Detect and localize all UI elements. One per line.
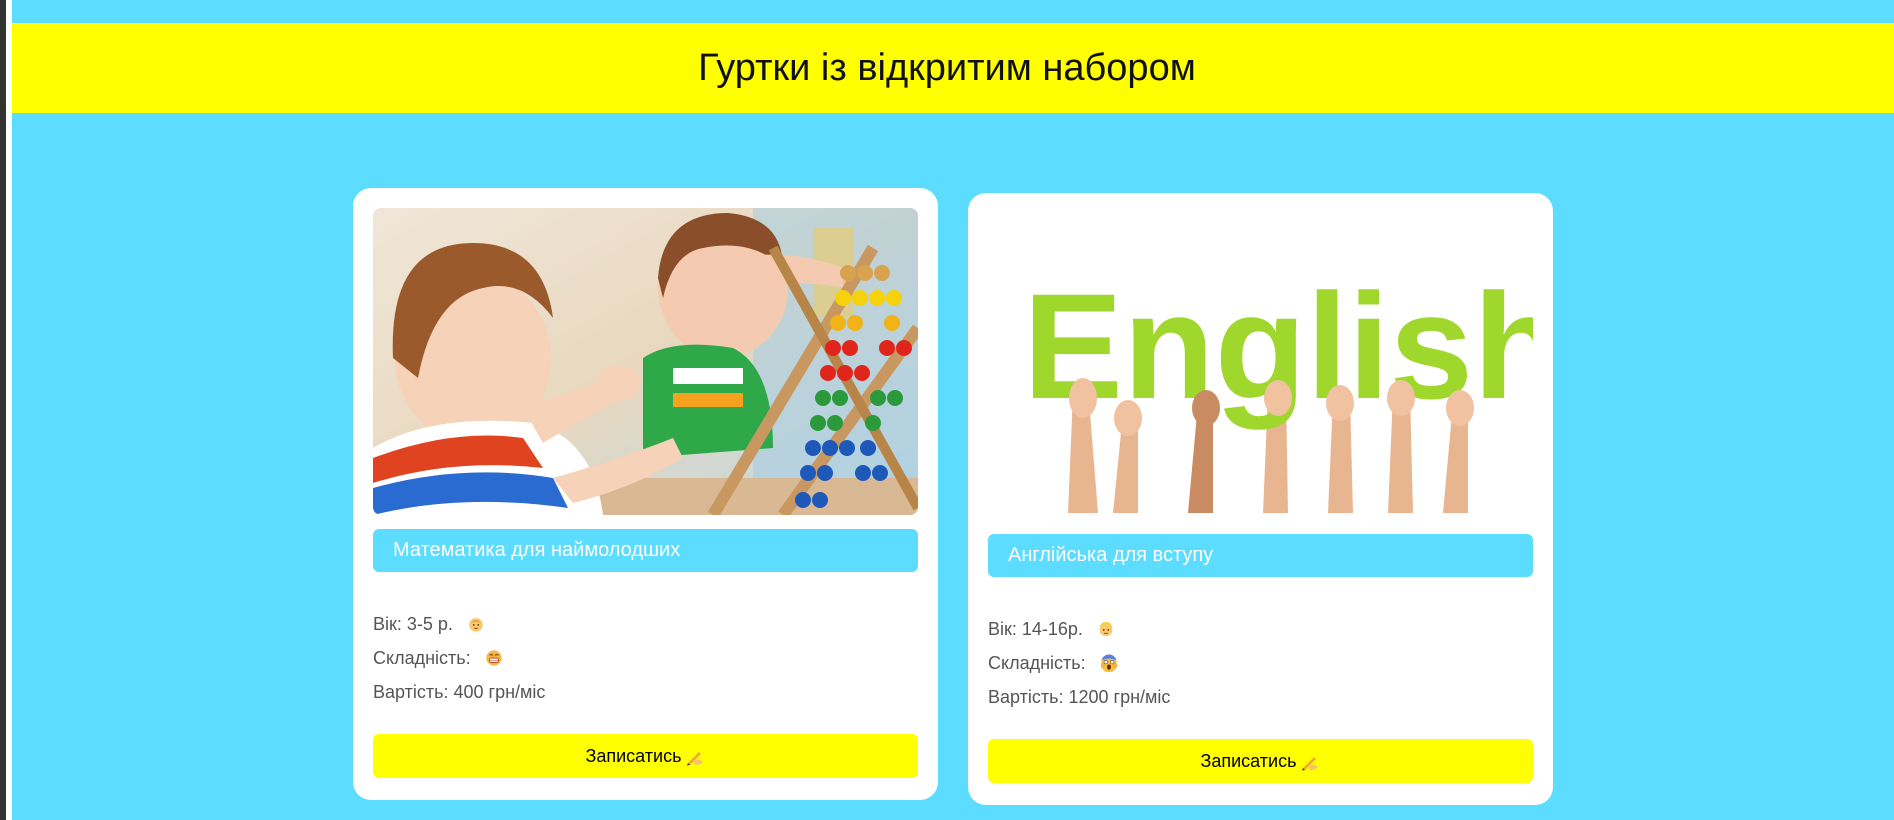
price-row: Вартість: 1200 грн/міс: [988, 680, 1170, 714]
age-row: Вік: 3-5 р.: [373, 607, 545, 641]
enroll-button[interactable]: Записатись: [373, 734, 918, 778]
course-title: Англійська для вступу: [988, 534, 1533, 577]
age-text: Вік: 14-16р.: [988, 619, 1083, 639]
age-row: Вік: 14-16р.: [988, 612, 1170, 646]
difficulty-text: Складність:: [373, 648, 471, 668]
course-info: Вік: 14-16р. Складність: Вартість: 1200 …: [988, 612, 1170, 714]
window-edge: [0, 0, 12, 820]
price-text: Вартість: 1200 грн/міс: [988, 687, 1171, 707]
difficulty-row: Складність:: [373, 641, 545, 675]
writing-hand-icon: [687, 752, 704, 766]
baby-emoji-icon: [469, 618, 483, 632]
difficulty-text: Складність:: [988, 653, 1086, 673]
course-card-math: Математика для наймолодших Вік: 3-5 р. С…: [353, 188, 938, 800]
grinning-emoji-icon: [486, 650, 502, 666]
enroll-button-label: Записатись: [1200, 750, 1297, 771]
english-letters-photo: English: [988, 213, 1533, 520]
course-card-english: English Англійська для вступу Вік: 14-16…: [968, 193, 1553, 805]
enroll-button[interactable]: Записатись: [988, 739, 1533, 783]
page-header: Гуртки із відкритим набором: [12, 23, 1894, 113]
difficulty-row: Складність:: [988, 646, 1170, 680]
page-title: Гуртки із відкритим набором: [698, 46, 1196, 89]
course-title: Математика для наймолодших: [373, 529, 918, 572]
price-text: Вартість: 400 грн/міс: [373, 682, 546, 702]
kids-abacus-photo: [373, 208, 918, 515]
enroll-button-label: Записатись: [585, 745, 682, 766]
blond-person-emoji-icon: [1099, 621, 1113, 637]
age-text: Вік: 3-5 р.: [373, 614, 453, 634]
course-info: Вік: 3-5 р. Складність: Вартість: 400 гр…: [373, 607, 545, 709]
price-row: Вартість: 400 грн/міс: [373, 675, 545, 709]
writing-hand-icon: [1302, 757, 1319, 771]
screaming-emoji-icon: [1100, 654, 1117, 672]
